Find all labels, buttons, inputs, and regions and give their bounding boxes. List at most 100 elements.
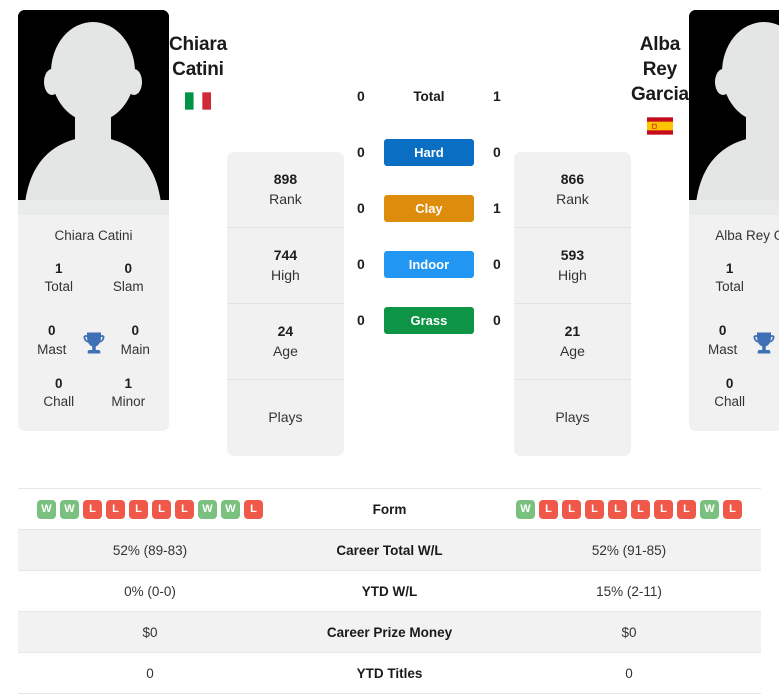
form-badge-w[interactable]: W [221, 499, 240, 519]
title-label: Chall [43, 394, 75, 410]
surface-right-value: 1 [493, 200, 501, 216]
surface-row-clay: 0 Clay 1 [344, 180, 514, 236]
meta-plays-left: Plays [227, 380, 344, 456]
form-badge-w[interactable]: W [37, 499, 56, 519]
title-value: 0 [124, 261, 132, 276]
title-stat-total-right: 1 Total [695, 254, 765, 306]
stat-value-left: WWLLLLLWWL [18, 488, 282, 530]
surface-label-total: Total [413, 88, 445, 104]
surface-left-value: 0 [357, 200, 365, 216]
form-badge-l[interactable]: L [175, 499, 194, 519]
meta-label: Plays [555, 409, 590, 426]
meta-high-right: 593 High [513, 228, 631, 304]
stat-value-left: 0 [18, 652, 282, 694]
trophy-icon [83, 332, 104, 354]
form-strip: WLLLLLLLWL [497, 499, 761, 519]
player-photo-right [688, 10, 779, 215]
table-row: W W L L L L L W W L Form W L L L L L L L W L [18, 488, 761, 530]
form-badge-w[interactable]: W [700, 499, 719, 519]
form-badge-l[interactable]: L [244, 499, 263, 519]
form-badge-l[interactable]: L [631, 499, 650, 519]
title-value: 0 [764, 260, 779, 278]
player-meta-panel-right: 866 Rank 593 High 21 Age Plays [513, 152, 631, 456]
form-badge-w[interactable]: W [198, 499, 217, 519]
title-label: Main [120, 341, 150, 357]
form-badge-l[interactable]: L [677, 499, 696, 519]
player-card-name-left: Chiara Catini [54, 228, 133, 243]
player-comparison-page: Chiara Catini 1 Total 0 Slam 0 Mast 0 Ma… [0, 0, 779, 699]
title-stat-main-left: 0 Main [108, 316, 164, 368]
avatar-silhouette-icon [18, 10, 169, 215]
surface-right-value: 0 [493, 312, 501, 328]
stat-value-right: 52% (91-85) [497, 529, 761, 571]
title-value: 1 [764, 375, 779, 393]
form-badge-l[interactable]: L [654, 499, 673, 519]
comparison-header: Chiara Catini 1 Total 0 Slam 0 Mast 0 Ma… [0, 0, 779, 478]
stat-row-label: Career Total W/L [282, 529, 497, 571]
player-name-left[interactable]: Chiara Catini [169, 32, 227, 82]
title-label: Minor [764, 393, 779, 411]
title-value: 0 [718, 323, 727, 339]
form-badge-l[interactable]: L [608, 499, 627, 519]
form-badge-l[interactable]: L [585, 499, 604, 519]
player-name-right[interactable]: Alba Rey Garcia [631, 32, 689, 107]
stat-value-right: 15% (2-11) [497, 570, 761, 612]
surface-row-hard: 0 Hard 0 [344, 124, 514, 180]
title-stat-slam-right: 0 Slam [764, 254, 779, 306]
title-value: 1 [725, 261, 734, 276]
player-card-left[interactable]: Chiara Catini 1 Total 0 Slam 0 Mast 0 Ma… [18, 10, 169, 432]
title-stat-mast-left: 0 Mast [24, 316, 80, 368]
player-name-block-right: Alba Rey Garcia [631, 10, 689, 135]
stat-value-left: 52% (89-83) [18, 529, 282, 571]
surface-right-value: 0 [493, 144, 501, 160]
title-stat-mast-right: 0 Mast [695, 316, 751, 368]
meta-value: 866 [560, 170, 585, 187]
title-label: Minor [111, 394, 146, 410]
surface-label-grass[interactable]: Grass [383, 306, 474, 334]
title-value: 1 [54, 261, 63, 276]
title-value: 0 [47, 323, 56, 339]
surface-label-hard[interactable]: Hard [383, 138, 474, 166]
form-badge-l[interactable]: L [539, 499, 558, 519]
meta-label: Plays [268, 409, 303, 426]
titles-grid2-right: 0 Chall 1 Minor [689, 369, 779, 431]
meta-value: 898 [273, 170, 298, 187]
title-stat-minor-right: 1 Minor [764, 369, 779, 421]
comparison-stats-table: W W L L L L L W W L Form W L L L L L L L W L 52% (89-83) Caree… [18, 488, 761, 694]
stat-value-right: $0 [497, 611, 761, 653]
title-label: Total [44, 279, 74, 295]
surface-row-indoor: 0 Indoor 0 [344, 236, 514, 292]
form-badge-l[interactable]: L [129, 499, 148, 519]
titles-trophy-row-right: 0 Mast 0 Main [689, 316, 779, 368]
title-label: Slam [112, 279, 144, 295]
player-name-block-left: Chiara Catini [169, 10, 227, 110]
form-badge-w[interactable]: W [60, 499, 79, 519]
form-badge-l[interactable]: L [562, 499, 581, 519]
form-badge-l[interactable]: L [83, 499, 102, 519]
meta-rank-right: 866 Rank [513, 152, 631, 228]
surface-label-indoor[interactable]: Indoor [383, 250, 474, 278]
stat-row-label: Career Prize Money [282, 611, 497, 653]
table-row: 0 YTD Titles 0 [18, 652, 761, 694]
title-label: Mast [37, 341, 67, 357]
title-stat-slam-left: 0 Slam [94, 254, 164, 306]
table-row: 52% (89-83) Career Total W/L 52% (91-85) [18, 529, 761, 571]
stat-value-right: 0 [497, 652, 761, 694]
stat-value-left: 0% (0-0) [18, 570, 282, 612]
avatar-silhouette-icon [688, 10, 779, 215]
form-badge-l[interactable]: L [152, 499, 171, 519]
trophy-icon [753, 332, 775, 354]
surface-row-total: 0 Total 1 [344, 68, 514, 124]
surface-right-value: 0 [493, 256, 501, 272]
meta-plays-right: Plays [514, 380, 631, 456]
titles-grid-right: 1 Total 0 Slam [689, 254, 779, 316]
form-badge-w[interactable]: W [516, 499, 535, 519]
stat-row-label: Form [282, 488, 497, 530]
title-label: Total [715, 279, 744, 295]
player-card-right[interactable]: Alba Rey Garcia 1 Total 0 Slam 0 Mast [688, 10, 779, 432]
form-badge-l[interactable]: L [723, 499, 742, 519]
title-stat-chall-right: 0 Chall [695, 369, 765, 421]
titles-grid2-left: 0 Chall 1 Minor [18, 369, 169, 431]
surface-label-clay[interactable]: Clay [383, 194, 474, 222]
form-badge-l[interactable]: L [106, 499, 125, 519]
